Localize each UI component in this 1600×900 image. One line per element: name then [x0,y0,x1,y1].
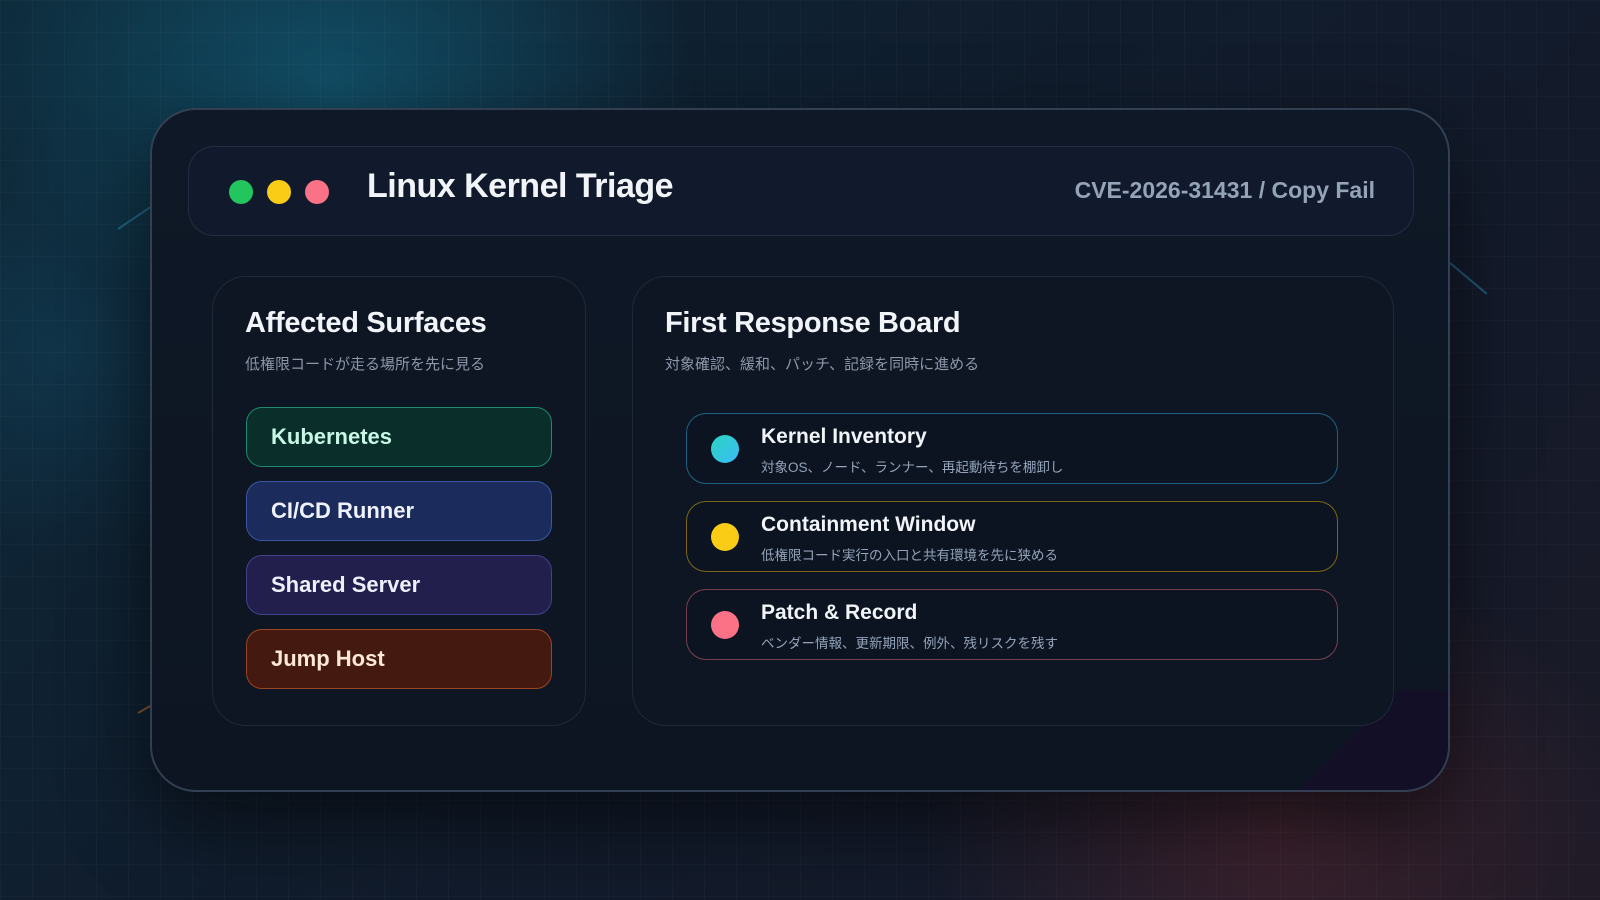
status-dot-icon [711,611,739,639]
first-response-subtitle: 対象確認、緩和、パッチ、記録を同時に進める [665,356,980,373]
app-window: Linux Kernel Triage CVE-2026-31431 / Cop… [150,108,1450,792]
surface-jump-host-button[interactable]: Jump Host [246,629,552,689]
response-item-title: Containment Window [761,513,976,536]
surface-kubernetes-button[interactable]: Kubernetes [246,407,552,467]
window-green-dot-icon[interactable] [229,180,253,204]
response-item-title: Patch & Record [761,601,918,624]
title-bar: Linux Kernel Triage CVE-2026-31431 / Cop… [188,146,1414,236]
cve-label: CVE-2026-31431 / Copy Fail [1074,177,1375,203]
response-item-description: ベンダー情報、更新期限、例外、残リスクを残す [761,636,1058,651]
response-item-containment-window[interactable]: Containment Window 低権限コード実行の入口と共有環境を先に狭め… [686,501,1338,572]
response-item-title: Kernel Inventory [761,425,927,448]
affected-surfaces-subtitle: 低権限コードが走る場所を先に見る [245,356,486,373]
first-response-title: First Response Board [665,307,961,339]
surface-cicd-runner-button[interactable]: CI/CD Runner [246,481,552,541]
response-item-description: 低権限コード実行の入口と共有環境を先に狭める [761,548,1058,563]
status-dot-icon [711,523,739,551]
first-response-panel: First Response Board 対象確認、緩和、パッチ、記録を同時に進… [632,276,1394,726]
window-red-dot-icon[interactable] [305,180,329,204]
status-dot-icon [711,435,739,463]
response-item-kernel-inventory[interactable]: Kernel Inventory 対象OS、ノード、ランナー、再起動待ちを棚卸し [686,413,1338,484]
app-title: Linux Kernel Triage [367,167,674,205]
affected-surfaces-title: Affected Surfaces [245,307,487,339]
window-yellow-dot-icon[interactable] [267,180,291,204]
surface-shared-server-button[interactable]: Shared Server [246,555,552,615]
affected-surfaces-panel: Affected Surfaces 低権限コードが走る場所を先に見る Kuber… [212,276,586,726]
response-item-description: 対象OS、ノード、ランナー、再起動待ちを棚卸し [761,460,1064,475]
response-item-patch-record[interactable]: Patch & Record ベンダー情報、更新期限、例外、残リスクを残す [686,589,1338,660]
